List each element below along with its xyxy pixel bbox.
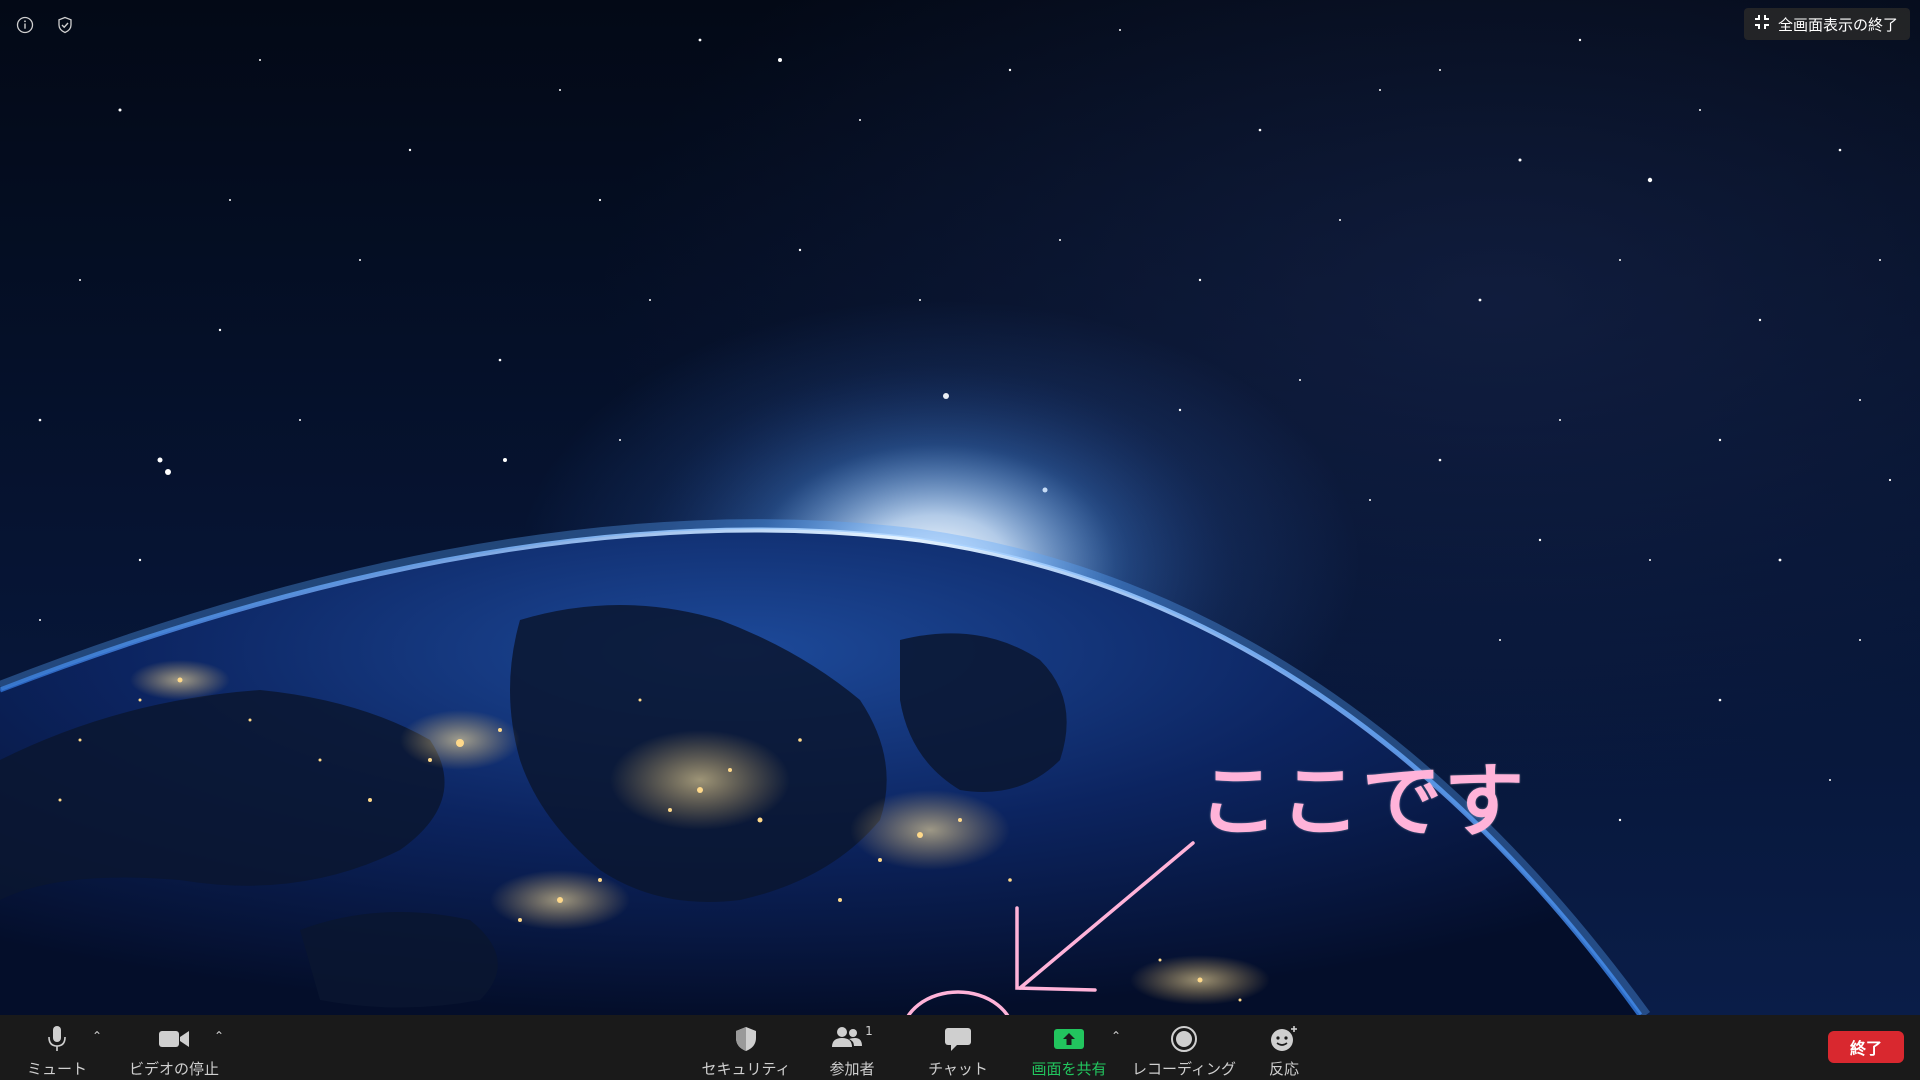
video-options-caret-icon[interactable]: ⌃: [211, 1029, 227, 1043]
video-camera-icon: [158, 1022, 190, 1056]
participants-count: 1: [865, 1024, 873, 1038]
security-label: セキュリティ: [701, 1060, 791, 1078]
share-screen-icon: [1053, 1022, 1085, 1056]
share-screen-label: 画面を共有: [1031, 1060, 1107, 1078]
earth-space-image: [0, 29, 1892, 1015]
end-meeting-button[interactable]: 終了: [1828, 1031, 1904, 1063]
security-shield-icon: [734, 1022, 758, 1056]
audio-options-caret-icon[interactable]: ⌃: [89, 1029, 105, 1043]
security-button[interactable]: セキュリティ: [701, 1015, 791, 1080]
annotation-text: ここです: [1198, 755, 1526, 848]
chat-button[interactable]: チャット: [920, 1015, 996, 1080]
share-options-caret-icon[interactable]: ⌃: [1108, 1029, 1124, 1043]
meeting-window: 全画面表示の終了 ここです ミュート ⌃ ビデオの停止 ⌃ セキュリティ 1 参…: [0, 0, 1920, 1080]
meeting-info-icon[interactable]: [14, 14, 36, 36]
stop-video-button[interactable]: ビデオの停止: [128, 1015, 220, 1080]
record-icon: [1170, 1022, 1198, 1056]
reactions-label: 反応: [1268, 1060, 1299, 1078]
mute-label: ミュート: [27, 1060, 88, 1078]
virtual-background-space: [0, 0, 1920, 1015]
emoji-add-icon: [1269, 1022, 1299, 1056]
chat-label: チャット: [928, 1060, 988, 1078]
encryption-shield-icon[interactable]: [54, 14, 76, 36]
exit-fullscreen-label: 全画面表示の終了: [1777, 15, 1898, 34]
participants-icon: [831, 1025, 863, 1053]
share-screen-button[interactable]: 画面を共有: [1024, 1015, 1114, 1080]
microphone-icon: [46, 1022, 68, 1056]
stop-video-label: ビデオの停止: [128, 1060, 219, 1078]
meeting-toolbar: ミュート ⌃ ビデオの停止 ⌃ セキュリティ 1 参加者 チャット 画面を共有 …: [0, 1015, 1920, 1080]
exit-fullscreen-button[interactable]: 全画面表示の終了: [1743, 8, 1910, 40]
chat-bubble-icon: [944, 1022, 972, 1056]
reactions-button[interactable]: 反応: [1264, 1015, 1304, 1080]
record-button[interactable]: レコーディング: [1132, 1015, 1236, 1080]
participants-label: 参加者: [829, 1060, 875, 1078]
record-label: レコーディング: [1132, 1060, 1236, 1078]
mute-button[interactable]: ミュート: [27, 1015, 88, 1080]
participants-button[interactable]: 1 参加者: [822, 1015, 882, 1080]
exit-fullscreen-icon: [1754, 14, 1770, 34]
